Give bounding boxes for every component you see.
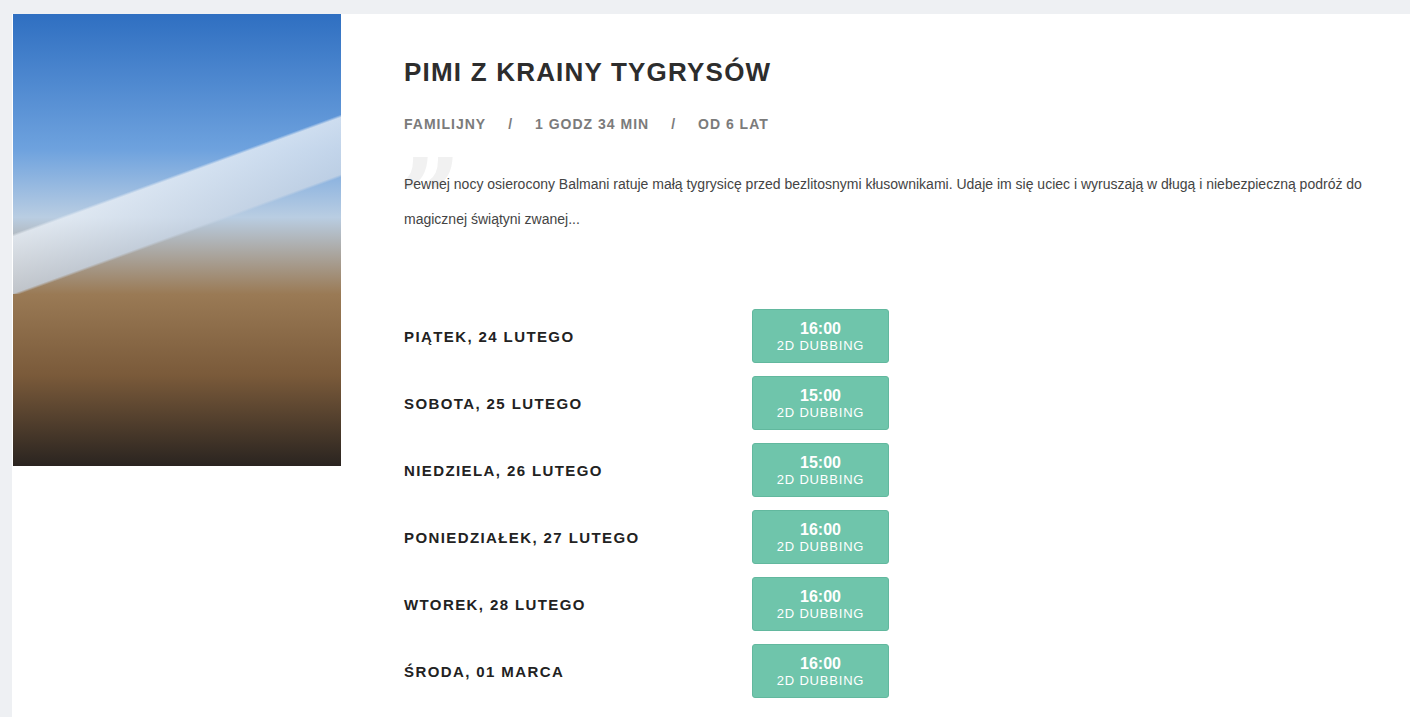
showtime-time: 15:00	[800, 386, 841, 405]
showtime-button[interactable]: 16:002D DUBBING	[752, 577, 889, 631]
showtime-format: 2D DUBBING	[777, 539, 864, 555]
movie-description: Pewnej nocy osierocony Balmani ratuje ma…	[404, 167, 1404, 237]
showing-row: NIEDZIELA, 26 LUTEGO15:002D DUBBING	[404, 443, 1410, 497]
meta-separator: /	[508, 114, 513, 134]
showing-row: WTOREK, 28 LUTEGO16:002D DUBBING	[404, 577, 1410, 631]
showing-day: PONIEDZIAŁEK, 27 LUTEGO	[404, 529, 752, 546]
showing-row: SOBOTA, 25 LUTEGO15:002D DUBBING	[404, 376, 1410, 430]
page: PIMI Z KRAINY TYGRYSÓW FAMILIJNY / 1 GODZ 3…	[0, 0, 1410, 717]
showing-day: ŚRODA, 01 MARCA	[404, 663, 752, 680]
poster-mountains	[13, 114, 341, 294]
showtime-time: 16:00	[800, 520, 841, 539]
showing-day: WTOREK, 28 LUTEGO	[404, 596, 752, 613]
showtime-button[interactable]: 16:002D DUBBING	[752, 644, 889, 698]
quote-icon: ”	[398, 145, 461, 255]
meta-item: 1 GODZ 34 MIN	[535, 114, 649, 134]
showtime-format: 2D DUBBING	[777, 338, 864, 354]
showing-row: ŚRODA, 01 MARCA16:002D DUBBING	[404, 644, 1410, 698]
showtime-button[interactable]: 16:002D DUBBING	[752, 510, 889, 564]
showtime-button[interactable]: 15:002D DUBBING	[752, 376, 889, 430]
showtime-time: 16:00	[800, 587, 841, 606]
showing-day: PIĄTEK, 24 LUTEGO	[404, 328, 752, 345]
showtime-time: 15:00	[800, 453, 841, 472]
showtime-format: 2D DUBBING	[777, 606, 864, 622]
showing-day: SOBOTA, 25 LUTEGO	[404, 395, 752, 412]
meta-item: FAMILIJNY	[404, 114, 486, 134]
showtime-button[interactable]: 15:002D DUBBING	[752, 443, 889, 497]
showtime-format: 2D DUBBING	[777, 673, 864, 689]
movie-meta: FAMILIJNY / 1 GODZ 34 MIN / OD 6 LAT	[404, 114, 1410, 134]
description-block: ”Pewnej nocy osierocony Balmani ratuje m…	[404, 167, 1404, 237]
showtime-time: 16:00	[800, 319, 841, 338]
poster-image[interactable]	[13, 14, 341, 466]
showtime-format: 2D DUBBING	[777, 405, 864, 421]
meta-separator: /	[671, 114, 676, 134]
showtime-format: 2D DUBBING	[777, 472, 864, 488]
showtime-time: 16:00	[800, 654, 841, 673]
showing-row: PONIEDZIAŁEK, 27 LUTEGO16:002D DUBBING	[404, 510, 1410, 564]
movie-title: PIMI Z KRAINY TYGRYSÓW	[404, 56, 1410, 88]
showing-row: PIĄTEK, 24 LUTEGO16:002D DUBBING	[404, 309, 1410, 363]
movie-panel: PIMI Z KRAINY TYGRYSÓW FAMILIJNY / 1 GODZ 3…	[12, 14, 1410, 717]
movie-details: PIMI Z KRAINY TYGRYSÓW FAMILIJNY / 1 GODZ 3…	[404, 14, 1410, 698]
showings-list: PIĄTEK, 24 LUTEGO16:002D DUBBINGSOBOTA, …	[404, 309, 1410, 698]
meta-item: OD 6 LAT	[698, 114, 769, 134]
showtime-button[interactable]: 16:002D DUBBING	[752, 309, 889, 363]
showing-day: NIEDZIELA, 26 LUTEGO	[404, 462, 752, 479]
